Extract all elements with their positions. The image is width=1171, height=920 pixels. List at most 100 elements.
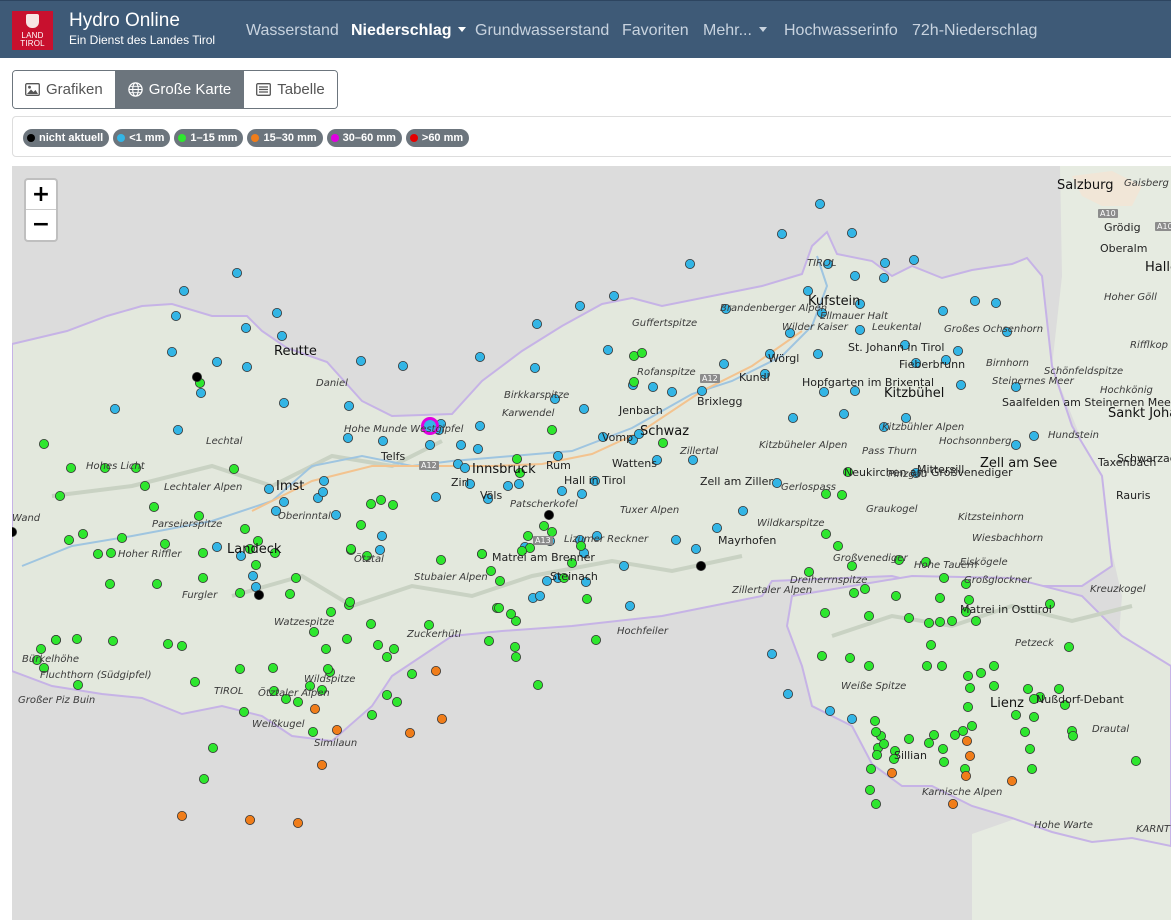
station-marker[interactable]: [1011, 439, 1022, 450]
station-marker[interactable]: [938, 305, 949, 316]
station-marker[interactable]: [539, 520, 550, 531]
zoom-out-button[interactable]: −: [26, 210, 56, 240]
legend-item-gt-60mm[interactable]: >60 mm: [405, 129, 470, 147]
station-marker[interactable]: [231, 268, 242, 279]
station-marker[interactable]: [263, 483, 274, 494]
station-marker[interactable]: [937, 660, 948, 671]
station-marker[interactable]: [847, 714, 858, 725]
station-marker[interactable]: [376, 530, 387, 541]
station-marker[interactable]: [619, 560, 630, 571]
station-marker[interactable]: [162, 638, 173, 649]
station-marker[interactable]: [238, 707, 249, 718]
station-marker[interactable]: [139, 480, 150, 491]
station-marker[interactable]: [472, 443, 483, 454]
station-marker[interactable]: [1068, 731, 1079, 742]
station-marker[interactable]: [1064, 641, 1075, 652]
station-marker[interactable]: [316, 760, 327, 771]
station-marker[interactable]: [244, 815, 255, 826]
station-marker[interactable]: [424, 439, 435, 450]
station-marker[interactable]: [544, 509, 555, 520]
station-marker[interactable]: [577, 488, 588, 499]
station-marker[interactable]: [240, 322, 251, 333]
station-marker[interactable]: [924, 738, 935, 749]
station-marker[interactable]: [864, 610, 875, 621]
station-marker[interactable]: [887, 768, 898, 779]
station-marker[interactable]: [250, 559, 261, 570]
station-marker[interactable]: [935, 616, 946, 627]
station-marker[interactable]: [381, 651, 392, 662]
station-marker[interactable]: [207, 743, 218, 754]
station-marker[interactable]: [637, 347, 648, 358]
station-marker[interactable]: [189, 676, 200, 687]
station-marker[interactable]: [924, 617, 935, 628]
station-marker[interactable]: [1029, 712, 1040, 723]
station-marker[interactable]: [365, 618, 376, 629]
station-marker[interactable]: [522, 530, 533, 541]
station-marker[interactable]: [55, 490, 66, 501]
station-marker[interactable]: [922, 660, 933, 671]
station-marker[interactable]: [591, 634, 602, 645]
station-marker[interactable]: [685, 259, 696, 270]
station-marker[interactable]: [962, 736, 973, 747]
station-marker[interactable]: [909, 255, 920, 266]
station-marker[interactable]: [817, 650, 828, 661]
station-marker[interactable]: [148, 501, 159, 512]
station-marker[interactable]: [372, 639, 383, 650]
station-marker[interactable]: [855, 324, 866, 335]
station-marker[interactable]: [341, 633, 352, 644]
station-marker[interactable]: [430, 491, 441, 502]
station-marker[interactable]: [320, 643, 331, 654]
station-marker[interactable]: [837, 489, 848, 500]
station-marker[interactable]: [197, 547, 208, 558]
station-marker[interactable]: [290, 572, 301, 583]
station-marker[interactable]: [38, 438, 49, 449]
station-marker[interactable]: [176, 640, 187, 651]
station-marker[interactable]: [953, 345, 964, 356]
station-marker[interactable]: [939, 572, 950, 583]
station-marker[interactable]: [198, 774, 209, 785]
station-marker[interactable]: [849, 587, 860, 598]
nav-grundwasserstand[interactable]: Grundwasserstand: [475, 21, 609, 41]
station-marker[interactable]: [820, 607, 831, 618]
station-marker[interactable]: [625, 600, 636, 611]
station-marker[interactable]: [485, 565, 496, 576]
station-marker[interactable]: [344, 596, 355, 607]
station-marker[interactable]: [971, 615, 982, 626]
station-marker[interactable]: [904, 612, 915, 623]
station-marker[interactable]: [271, 307, 282, 318]
station-marker[interactable]: [509, 641, 520, 652]
station-marker[interactable]: [197, 572, 208, 583]
station-marker[interactable]: [833, 540, 844, 551]
station-marker[interactable]: [865, 785, 876, 796]
station-marker[interactable]: [712, 522, 723, 533]
station-marker[interactable]: [989, 681, 1000, 692]
station-marker[interactable]: [151, 578, 162, 589]
station-marker[interactable]: [1011, 710, 1022, 721]
station-marker[interactable]: [510, 651, 521, 662]
station-marker[interactable]: [66, 462, 77, 473]
brand-title[interactable]: Hydro Online: [69, 10, 180, 32]
station-marker[interactable]: [935, 592, 946, 603]
station-marker[interactable]: [579, 403, 590, 414]
station-marker[interactable]: [391, 697, 402, 708]
station-marker[interactable]: [815, 199, 826, 210]
station-marker[interactable]: [309, 704, 320, 715]
station-marker[interactable]: [947, 615, 958, 626]
station-marker[interactable]: [783, 689, 794, 700]
station-marker[interactable]: [375, 494, 386, 505]
station-marker[interactable]: [850, 271, 861, 282]
station-marker[interactable]: [234, 663, 245, 674]
station-marker[interactable]: [967, 721, 978, 732]
station-marker[interactable]: [234, 587, 245, 598]
tab-grafiken[interactable]: Grafiken: [13, 71, 116, 108]
station-marker[interactable]: [35, 643, 46, 654]
nav-niederschlag[interactable]: Niederschlag: [351, 21, 467, 41]
station-marker[interactable]: [331, 725, 342, 736]
nav-favoriten[interactable]: Favoriten: [622, 21, 689, 41]
station-marker[interactable]: [871, 727, 882, 738]
station-marker[interactable]: [404, 728, 415, 739]
station-marker[interactable]: [117, 532, 128, 543]
station-marker[interactable]: [1007, 776, 1018, 787]
station-marker[interactable]: [658, 437, 669, 448]
station-marker[interactable]: [603, 344, 614, 355]
